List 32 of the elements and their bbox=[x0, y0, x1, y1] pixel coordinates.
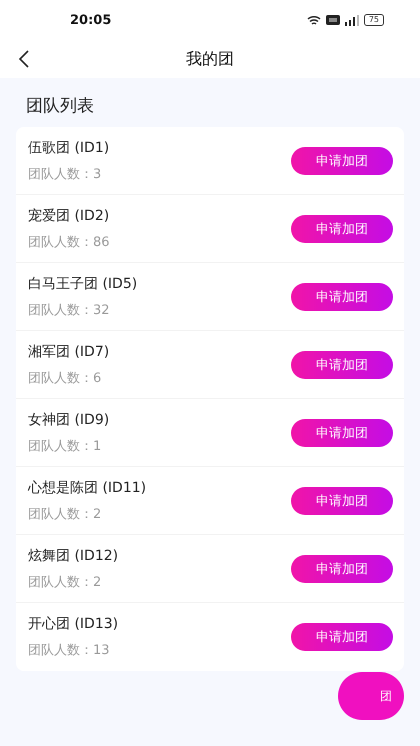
member-count: 团队人数：2 bbox=[28, 506, 102, 522]
team-name: 伍歌团 (ID1) bbox=[28, 138, 110, 156]
member-count: 团队人数：86 bbox=[28, 234, 110, 250]
section-title: 团队列表 bbox=[25, 95, 95, 118]
join-button[interactable]: 申请加团 bbox=[291, 282, 393, 310]
team-name: 心想是陈团 (ID11) bbox=[28, 478, 146, 496]
join-button[interactable]: 申请加团 bbox=[291, 418, 393, 446]
team-name: 开心团 (ID13) bbox=[28, 615, 118, 633]
join-button[interactable]: 申请加团 bbox=[291, 554, 393, 582]
join-button[interactable]: 申请加团 bbox=[291, 214, 393, 242]
back-icon[interactable] bbox=[18, 50, 30, 68]
status-time: 20:05 bbox=[70, 12, 112, 28]
member-count: 团队人数：2 bbox=[28, 574, 102, 590]
join-button[interactable]: 申请加团 bbox=[291, 623, 393, 651]
member-count: 团队人数：6 bbox=[28, 370, 102, 386]
member-count: 团队人数：13 bbox=[28, 642, 111, 659]
battery-level: 75 bbox=[364, 14, 384, 26]
signal-icon bbox=[344, 14, 359, 26]
join-button[interactable]: 申请加团 bbox=[291, 486, 393, 514]
team-name: 白马王子团 (ID5) bbox=[28, 274, 138, 292]
member-count: 团队人数：32 bbox=[28, 302, 111, 318]
member-count: 团队人数：3 bbox=[28, 166, 102, 182]
team-name: 炫舞团 (ID12) bbox=[28, 546, 118, 564]
wifi-icon bbox=[306, 14, 321, 26]
floating-button[interactable]: 团 bbox=[338, 672, 404, 720]
join-button[interactable]: 申请加团 bbox=[291, 146, 393, 174]
team-name: 女神团 (ID9) bbox=[28, 410, 110, 428]
team-name: 宠爱团 (ID2) bbox=[28, 206, 110, 224]
team-name: 湘军团 (ID7) bbox=[28, 342, 110, 360]
member-count: 团队人数：1 bbox=[28, 438, 102, 454]
page-title: 我的团 bbox=[186, 48, 234, 70]
join-button[interactable]: 申请加团 bbox=[291, 350, 393, 378]
